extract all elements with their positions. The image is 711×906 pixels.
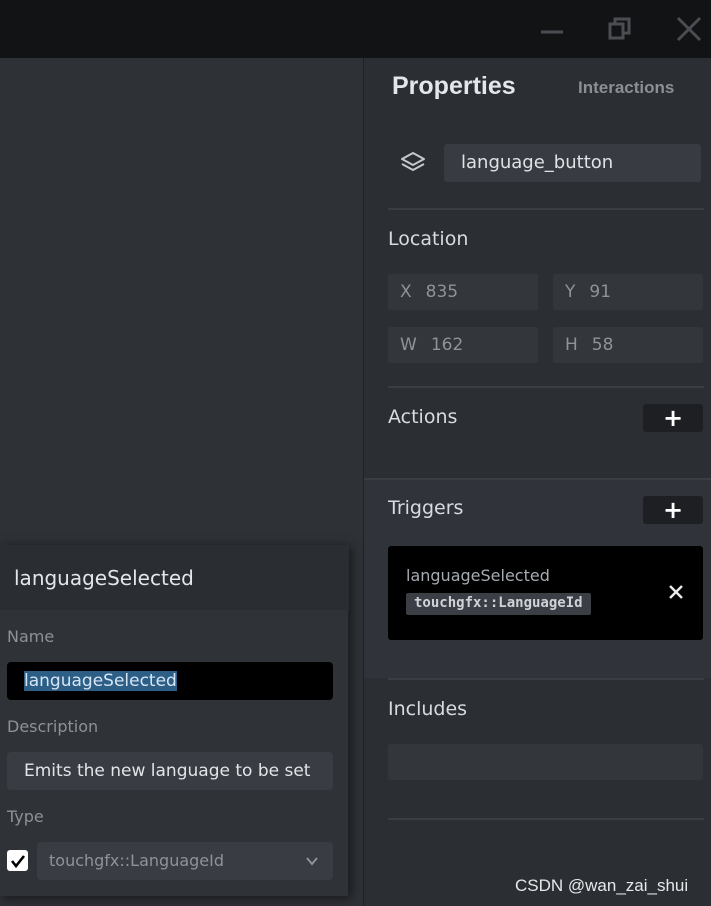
- includes-title: Includes: [388, 698, 468, 720]
- layers-icon: [401, 152, 425, 171]
- trigger-description-input[interactable]: Emits the new language to be set: [7, 752, 333, 790]
- name-label: Name: [7, 627, 55, 646]
- divider: [388, 208, 704, 210]
- w-field[interactable]: W 162: [388, 327, 538, 363]
- close-icon: [676, 16, 702, 42]
- checkmark-icon: [10, 854, 25, 868]
- trigger-card[interactable]: languageSelected touchgfx::LanguageId: [388, 546, 703, 640]
- trigger-name-value: languageSelected: [24, 671, 177, 691]
- minimize-button[interactable]: [535, 12, 569, 46]
- trigger-name: languageSelected: [406, 566, 550, 585]
- tab-interactions[interactable]: Interactions: [578, 78, 674, 98]
- window-titlebar: [0, 0, 711, 58]
- description-label: Description: [7, 717, 99, 736]
- remove-trigger-button[interactable]: [664, 580, 688, 604]
- actions-title: Actions: [388, 406, 458, 428]
- add-trigger-button[interactable]: +: [643, 496, 703, 524]
- restore-icon: [608, 17, 631, 40]
- trigger-type-badge: touchgfx::LanguageId: [406, 593, 591, 615]
- h-label: H: [565, 335, 578, 355]
- divider: [388, 678, 704, 680]
- y-field[interactable]: Y 91: [553, 274, 703, 310]
- popup-header: languageSelected: [0, 545, 349, 610]
- type-dropdown-value: touchgfx::LanguageId: [49, 851, 225, 870]
- divider: [388, 386, 704, 388]
- minimize-icon: [541, 30, 563, 34]
- triggers-title: Triggers: [388, 497, 464, 519]
- type-checkbox[interactable]: [7, 850, 28, 871]
- location-title: Location: [388, 228, 469, 250]
- h-value: 58: [591, 335, 614, 355]
- x-label: X: [400, 282, 412, 302]
- restore-button[interactable]: [603, 12, 637, 46]
- popup-title: languageSelected: [14, 566, 194, 590]
- y-value: 91: [589, 282, 612, 302]
- x-value: 835: [425, 282, 459, 302]
- divider: [388, 818, 704, 820]
- chevron-down-icon: [306, 857, 318, 866]
- x-field[interactable]: X 835: [388, 274, 538, 310]
- type-label: Type: [7, 807, 44, 826]
- tab-properties[interactable]: Properties: [392, 72, 516, 101]
- close-button[interactable]: [672, 12, 706, 46]
- includes-field[interactable]: [388, 744, 703, 780]
- close-icon: [669, 585, 683, 599]
- add-action-button[interactable]: +: [643, 404, 703, 432]
- type-dropdown[interactable]: touchgfx::LanguageId: [37, 842, 333, 880]
- w-label: W: [400, 335, 417, 355]
- trigger-name-input[interactable]: languageSelected: [7, 662, 333, 700]
- widget-name-field[interactable]: language_button: [444, 144, 701, 182]
- trigger-editor-popup: languageSelected Name languageSelected D…: [0, 545, 349, 896]
- w-value: 162: [430, 335, 464, 355]
- watermark: CSDN @wan_zai_shui: [515, 876, 689, 895]
- y-label: Y: [565, 282, 576, 302]
- properties-panel: Properties Interactions language_button …: [363, 58, 711, 906]
- h-field[interactable]: H 58: [553, 327, 703, 363]
